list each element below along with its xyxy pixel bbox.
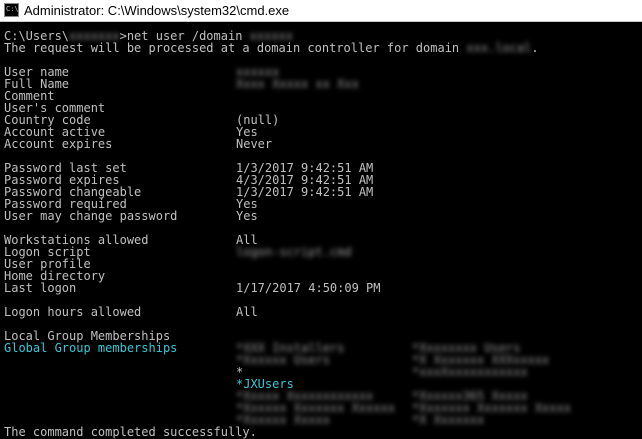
request-end: . xyxy=(531,41,539,55)
field-value: All xyxy=(236,305,258,319)
field-value: logon-script.cmd xyxy=(236,245,352,259)
field-value: Xxxx Xxxxx xx Xxx xyxy=(236,77,359,91)
field-row-user-may-change-password: User may change password Yes xyxy=(4,210,258,222)
console-output[interactable]: C:\Users\xxxxxxx>net user /domain xxxxxx… xyxy=(0,22,642,439)
field-row-full-name: Full Name Xxxx Xxxxx xx Xxx xyxy=(4,78,359,90)
field-label: Account expires xyxy=(4,137,113,151)
cmd-app-icon-text: C:\ xyxy=(6,5,19,13)
group-entry: *Xxxxxx Users xyxy=(236,353,330,367)
field-row-last-logon: Last logon 1/17/2017 4:50:09 PM xyxy=(4,282,381,294)
field-value: Yes xyxy=(236,209,258,223)
window-title: Administrator: C:\Windows\system32\cmd.e… xyxy=(24,3,290,18)
group-entry: *xxxXxxxxxxxxxxx xyxy=(412,365,528,379)
field-label: Logon hours allowed xyxy=(4,305,142,319)
field-row-account-expires: Account expires Never xyxy=(4,138,272,150)
request-domain: xxx.local xyxy=(466,41,532,55)
group-entry: *X Xxxxxxx xyxy=(412,413,485,427)
request-text: The request will be processed at a domai… xyxy=(4,41,467,55)
field-row-logon-hours-allowed: Logon hours allowed All xyxy=(4,306,258,318)
global-group-memberships-label: Global Group memberships xyxy=(4,341,178,355)
field-value: 1/17/2017 4:50:09 PM xyxy=(236,281,381,295)
field-label: User may change password xyxy=(4,209,178,223)
cmd-window: C:\ Administrator: C:\Windows\system32\c… xyxy=(0,0,642,439)
field-value: Never xyxy=(236,137,273,151)
cmd-app-icon[interactable]: C:\ xyxy=(4,3,19,17)
completion-line: The command completed successfully. xyxy=(4,425,257,439)
field-label: Last logon xyxy=(4,281,77,295)
request-line: The request will be processed at a domai… xyxy=(4,42,539,54)
title-bar[interactable]: C:\ Administrator: C:\Windows\system32\c… xyxy=(0,0,642,22)
group-entry: *Xxxxxx Xxxxx xyxy=(236,413,330,427)
